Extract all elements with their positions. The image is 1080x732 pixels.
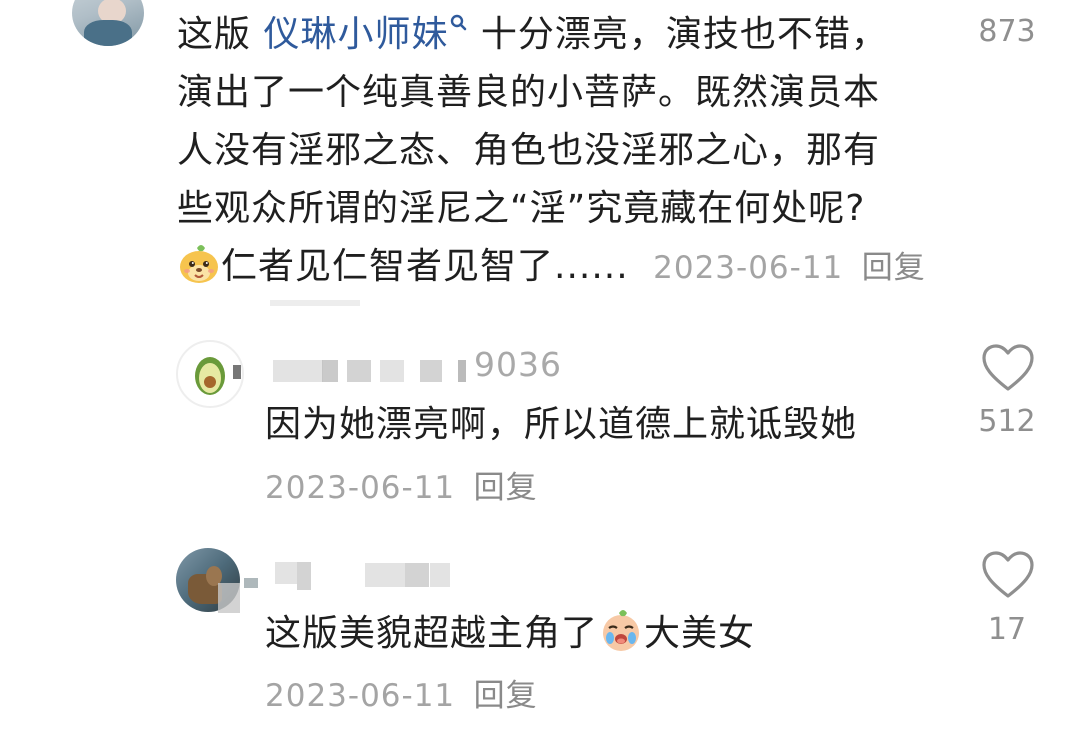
heart-outline-icon[interactable] <box>981 550 1035 600</box>
comment-date: 2023-06-11 <box>653 250 844 286</box>
reply-date: 2023-06-11 <box>265 470 456 506</box>
reply-text: 因为她漂亮啊，所以道德上就诋毁她 <box>265 404 858 445</box>
reply-meta: 2023-06-11 回复 <box>265 666 538 725</box>
heart-outline-icon[interactable] <box>981 343 1035 393</box>
reply-text-suffix: 大美女 <box>644 613 756 654</box>
reply-body: 因为她漂亮啊，所以道德上就诋毁她 <box>265 396 857 454</box>
comment-thread: 这版 仪琳小师妹 十分漂亮，演技也不错， 演出了一个纯真善良的小菩萨。既然演员本… <box>0 0 1080 732</box>
search-icon[interactable] <box>448 10 468 46</box>
reply-meta: 2023-06-11 回复 <box>265 458 538 517</box>
reply-username[interactable]: 9036 <box>474 345 562 384</box>
comment-line-2: 演出了一个纯真善良的小菩萨。既然演员本 <box>177 72 881 113</box>
reply-button[interactable]: 回复 <box>474 470 538 506</box>
username-blur <box>430 563 450 587</box>
reply-button[interactable]: 回复 <box>474 678 538 714</box>
censor-blur <box>270 300 360 306</box>
comment-body: 这版 仪琳小师妹 十分漂亮，演技也不错， 演出了一个纯真善良的小菩萨。既然演员本… <box>177 6 926 297</box>
comment-line-5: 仁者见仁智者见智了...... 2023-06-11 回复 <box>177 238 926 297</box>
reply-button[interactable]: 回复 <box>862 250 926 286</box>
username-blur <box>365 563 405 587</box>
like-count: 873 <box>978 14 1036 49</box>
comment-text-5: 仁者见仁智者见智了...... <box>221 246 629 287</box>
dog-face-emoji-icon <box>180 245 218 283</box>
comment-line-3: 人没有淫邪之态、角色也没淫邪之心，那有 <box>177 130 881 171</box>
like-count: 17 <box>987 612 1027 647</box>
reply-text-line: 这版美貌超越主角了 大美女 <box>265 605 755 663</box>
username-blur <box>405 563 429 587</box>
username-blur <box>244 578 258 588</box>
comment-line-1: 这版 仪琳小师妹 十分漂亮，演技也不错， <box>177 6 926 64</box>
reply-date: 2023-06-11 <box>265 678 456 714</box>
username-blur <box>233 365 241 379</box>
username-blur <box>322 360 338 382</box>
username-blur <box>458 360 466 382</box>
comment-prefix: 这版 <box>177 14 264 55</box>
like-count: 512 <box>978 404 1036 439</box>
crying-face-emoji-icon <box>603 610 640 651</box>
username-blur <box>273 360 323 382</box>
username-blur <box>380 360 404 382</box>
username-blur <box>275 562 297 584</box>
commenter-avatar[interactable] <box>72 0 144 46</box>
reply-text: 这版美貌超越主角了 <box>265 613 599 654</box>
username-blur <box>218 583 240 613</box>
mention-link[interactable]: 仪琳小师妹 <box>263 14 448 55</box>
comment-text-1: 十分漂亮，演技也不错， <box>468 14 888 55</box>
username-blur <box>420 360 442 382</box>
comment-line-4: 些观众所谓的淫尼之“淫”究竟藏在何处呢? <box>177 188 866 229</box>
reply-body: 这版美貌超越主角了 大美女 <box>265 605 755 663</box>
username-blur <box>347 360 371 382</box>
username-blur <box>297 562 311 590</box>
